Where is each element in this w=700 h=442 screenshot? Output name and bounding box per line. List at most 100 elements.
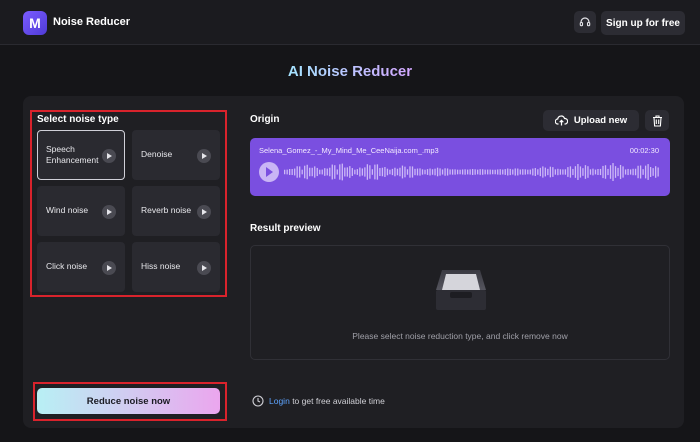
waveform-bar: [649, 166, 652, 177]
waveform-bar: [619, 164, 622, 180]
noise-option-label: Denoise: [141, 149, 173, 160]
waveform-bar: [309, 167, 311, 177]
waveform-bar: [414, 168, 416, 176]
waveform-bar: [479, 169, 481, 175]
waveform-bar: [461, 169, 464, 175]
waveform-bar: [617, 167, 619, 177]
noise-option-speech-enhancement[interactable]: Speech Enhancement: [37, 130, 125, 180]
play-icon[interactable]: [102, 205, 116, 219]
waveform-bar: [642, 169, 644, 175]
waveform-bar: [369, 165, 371, 179]
delete-button[interactable]: [645, 110, 669, 131]
support-button[interactable]: [574, 11, 596, 33]
waveform-bar: [524, 169, 526, 175]
waveform-bar: [371, 169, 374, 175]
waveform-bar: [321, 169, 323, 175]
reduce-noise-button[interactable]: Reduce noise now: [37, 388, 220, 414]
waveform-bar: [306, 164, 308, 180]
waveform-bar: [344, 167, 346, 177]
clock-icon: [252, 395, 264, 407]
login-link[interactable]: Login: [269, 396, 290, 406]
waveform-bar: [361, 168, 364, 176]
waveform-bar: [421, 169, 424, 175]
waveform-bar: [394, 167, 396, 177]
noise-option-reverb[interactable]: Reverb noise: [132, 186, 220, 236]
waveform-bar: [574, 166, 577, 178]
waveform-bar: [654, 166, 657, 178]
waveform-bar: [472, 169, 474, 175]
waveform-bar: [316, 167, 318, 177]
waveform-bar: [441, 169, 444, 175]
trash-icon: [652, 114, 662, 127]
waveform-bar: [431, 169, 434, 175]
upload-new-button[interactable]: Upload new: [543, 110, 639, 131]
waveform-bar: [587, 166, 589, 178]
waveform-bar: [424, 169, 426, 175]
waveform-bar: [294, 168, 296, 176]
noise-option-wind[interactable]: Wind noise: [37, 186, 125, 236]
noise-type-heading: Select noise type: [37, 114, 119, 125]
file-name: Selena_Gomez_-_My_Mind_Me_CeeNaija.com_.…: [259, 146, 439, 155]
signup-button[interactable]: Sign up for free: [601, 11, 685, 35]
waveform-bar: [597, 169, 599, 175]
waveform-bar: [567, 167, 569, 177]
waveform-bar: [514, 168, 516, 176]
waveform-bar: [517, 168, 519, 176]
play-icon[interactable]: [197, 149, 211, 163]
play-icon[interactable]: [197, 205, 211, 219]
waveform-bar: [439, 168, 441, 176]
waveform-bar: [416, 168, 419, 176]
waveform-bar: [509, 168, 511, 176]
waveform-bar: [634, 168, 637, 176]
noise-option-click[interactable]: Click noise: [37, 242, 125, 292]
empty-tray-icon: [436, 270, 486, 310]
play-icon[interactable]: [259, 162, 279, 182]
play-icon[interactable]: [102, 261, 116, 275]
waveform-bar: [492, 169, 494, 175]
waveform-bar: [629, 169, 632, 175]
app-logo[interactable]: M: [23, 11, 47, 35]
waveform-bar: [604, 165, 607, 179]
waveform-bar: [399, 167, 401, 177]
play-icon[interactable]: [102, 149, 116, 163]
waveform-bar: [499, 169, 501, 175]
waveform-bar: [579, 166, 582, 178]
audio-duration: 00:02:30: [629, 146, 659, 155]
waveform-bar: [359, 167, 361, 177]
waveform-bar: [569, 166, 572, 178]
waveform-bar: [614, 166, 617, 178]
login-row: Login to get free available time: [252, 395, 385, 407]
noise-option-denoise[interactable]: Denoise: [132, 130, 220, 180]
waveform-bar: [504, 169, 506, 175]
waveform-bar: [544, 167, 546, 177]
result-message: Please select noise reduction type, and …: [352, 331, 568, 341]
page-title: AI Noise Reducer: [287, 63, 413, 80]
waveform-bar: [376, 164, 379, 180]
play-icon[interactable]: [197, 261, 211, 275]
waveform-bar: [291, 169, 293, 175]
app-title: Noise Reducer: [53, 16, 131, 28]
waveform-bar: [396, 168, 399, 176]
waveform-bar: [409, 166, 411, 178]
waveform-bar: [552, 167, 554, 177]
waveform[interactable]: [284, 162, 660, 182]
waveform-bar: [607, 168, 609, 176]
waveform-bar: [404, 166, 406, 178]
waveform-bar: [354, 169, 356, 175]
waveform-bar: [296, 166, 298, 178]
waveform-bar: [534, 168, 536, 176]
waveform-bar: [299, 166, 301, 178]
login-hint: to get free available time: [292, 396, 385, 406]
waveform-bar: [494, 169, 496, 175]
waveform-bar: [487, 169, 489, 175]
waveform-bar: [599, 168, 602, 176]
waveform-bar: [627, 168, 629, 176]
noise-option-label: Click noise: [46, 261, 88, 272]
waveform-bar: [554, 169, 557, 175]
waveform-bar: [624, 169, 627, 175]
waveform-bar: [384, 167, 386, 177]
noise-option-label: Reverb noise: [141, 205, 192, 216]
noise-option-hiss[interactable]: Hiss noise: [132, 242, 220, 292]
waveform-bar: [644, 165, 647, 179]
waveform-bar: [406, 169, 409, 175]
